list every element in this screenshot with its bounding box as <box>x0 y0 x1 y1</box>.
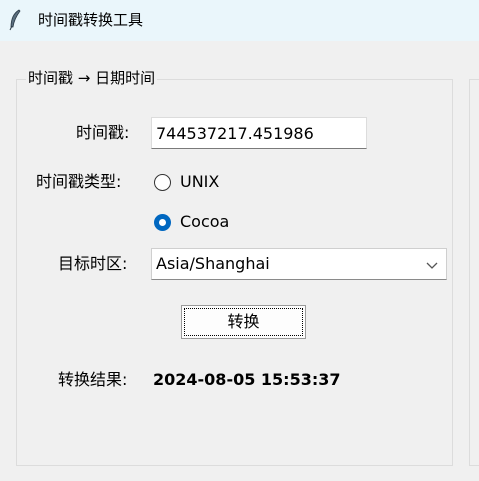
radio-cocoa[interactable]: Cocoa <box>154 211 229 233</box>
convert-button-label: 转换 <box>227 312 260 331</box>
radio-cocoa-label: Cocoa <box>180 212 230 231</box>
title-bar[interactable]: 时间戳转换工具 <box>0 0 479 41</box>
result-value: 2024-08-05 15:53:37 <box>153 370 341 389</box>
feather-icon <box>9 9 21 31</box>
right-group-edge <box>469 79 479 466</box>
radio-unix-label: UNIX <box>180 172 220 191</box>
timezone-select[interactable]: Asia/Shanghai <box>151 248 447 280</box>
timestamp-input[interactable] <box>151 117 367 149</box>
radio-cocoa-circle[interactable] <box>154 213 171 231</box>
timezone-value: Asia/Shanghai <box>156 254 270 273</box>
radio-unix-circle[interactable] <box>154 173 171 191</box>
window-title: 时间戳转换工具 <box>38 11 144 29</box>
convert-button[interactable]: 转换 <box>181 305 306 339</box>
timestamp-label: 时间戳: <box>76 123 130 142</box>
timestamp-type-label: 时间戳类型: <box>36 172 122 191</box>
chevron-down-icon[interactable] <box>425 258 439 272</box>
timezone-label: 目标时区: <box>58 254 128 273</box>
group-legend: 时间戳 → 日期时间 <box>26 68 158 88</box>
radio-unix[interactable]: UNIX <box>154 171 219 193</box>
result-label: 转换结果: <box>58 370 128 389</box>
